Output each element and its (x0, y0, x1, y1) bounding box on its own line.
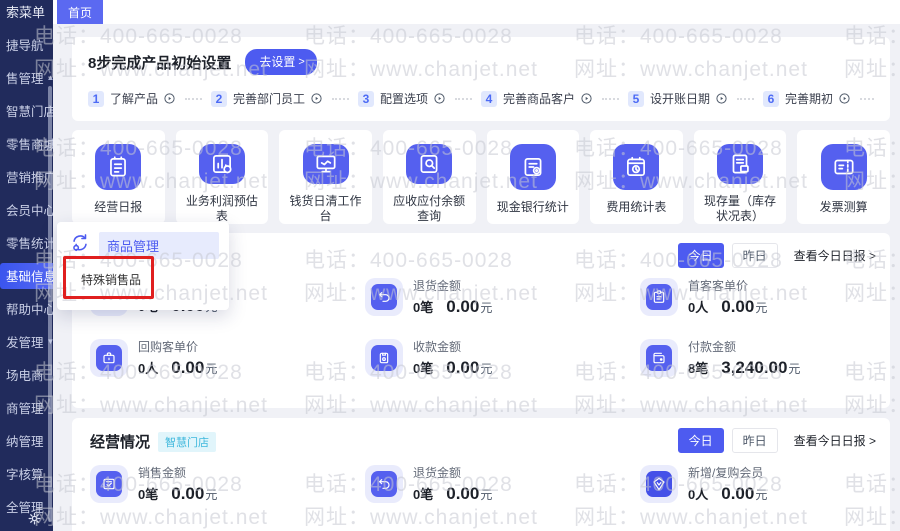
sidebar-item-retail-mgmt[interactable]: 售管理 ▲ (0, 61, 53, 94)
view-daily-report-link[interactable]: 查看今日日报 > (794, 432, 876, 449)
today-button[interactable]: 今日 (677, 243, 724, 268)
play-circle-icon[interactable] (310, 92, 323, 105)
balance-query-icon (406, 144, 453, 184)
sidebar-item-mall-ecommerce[interactable]: 场电商 (0, 358, 53, 391)
sidebar-item-wholesale-mgmt[interactable]: 发管理▼ (0, 325, 53, 358)
profit-forecast-icon (198, 144, 245, 184)
step-connector (332, 97, 349, 100)
shortcut-inventory[interactable]: 现存量（库存状况表） (693, 130, 787, 224)
smart-store-tag: 智慧门店 (158, 431, 217, 452)
step-4: 4 完善商品客户 (481, 90, 593, 107)
yesterday-button[interactable]: 昨日 (731, 428, 778, 453)
chevron-up-icon: ▲ (46, 73, 53, 82)
metric-sales-amount: 销售金额 0笔 0.00 元 (90, 464, 365, 504)
sidebar-item-retail-mall[interactable]: 零售商城 (0, 127, 53, 160)
chevron-right-icon: > (298, 55, 305, 68)
metric-payment-amount: 付款金额 8笔 3,240.00 元 (640, 338, 874, 378)
sidebar-nav: 捷导航 售管理 ▲ 智慧门店 零售商城 营销推广 会员中心 零售统计 基础信息 帮… (0, 28, 53, 523)
step-connector (455, 97, 472, 100)
metric-new-repurchase-members: 新增/复购会员 0人 0.00 元 (640, 464, 874, 504)
expense-stats-icon (613, 144, 660, 190)
popup-item-special-sales[interactable]: 特殊销售品 (81, 271, 229, 288)
play-circle-icon[interactable] (163, 92, 176, 105)
metric-first-customer-price: 首客客单价 0人 0.00 元 (640, 277, 874, 317)
app-window: 索菜单 捷导航 售管理 ▲ 智慧门店 零售商城 营销推广 会员中心 零售统计 基础… (0, 0, 900, 531)
sidebar-scrollbar[interactable] (48, 86, 52, 522)
shortcut-cash-bank-stats[interactable]: 现金银行统计 (486, 130, 580, 224)
sales-calendar-icon (90, 465, 128, 503)
popup-group-product-mgmt[interactable]: 商品管理 (69, 232, 219, 259)
play-circle-icon[interactable] (433, 92, 446, 105)
tab-home[interactable]: 首页 (57, 0, 103, 24)
pos-terminal-icon (365, 339, 403, 377)
step-3: 3 配置选项 (358, 90, 446, 107)
shortcut-row: 经营日报 业务利润预估表 钱货日清工作台 应收应付余额查询 现金银行统计 费用统… (72, 130, 890, 224)
metric-refund-amount: 退货金额 0笔 0.00 元 (365, 464, 640, 504)
step-6: 6 完善期初 (763, 90, 851, 107)
sidebar-item-member-center[interactable]: 会员中心 (0, 193, 53, 226)
setup-card: 8步完成产品初始设置 去设置 > 1 了解产品 2 完善部门员工 3 配置选项 4 完善商… (72, 37, 890, 121)
sidebar-item-marketing[interactable]: 营销推广 (0, 160, 53, 193)
sidebar-item-basic-info[interactable]: 基础信息 (0, 259, 53, 292)
play-circle-icon[interactable] (838, 92, 851, 105)
shortcut-daily-workbench[interactable]: 钱货日清工作台 (279, 130, 372, 224)
play-circle-icon[interactable] (580, 92, 593, 105)
daily-report-icon (95, 144, 142, 190)
product-mgmt-icon (69, 232, 91, 259)
member-badge-icon (640, 465, 678, 503)
step-connector (602, 97, 619, 100)
inventory-doc-icon (717, 144, 764, 184)
go-setup-button[interactable]: 去设置 > (245, 49, 317, 75)
shortcut-balance-query[interactable]: 应收应付余额查询 (382, 130, 476, 224)
today-button[interactable]: 今日 (677, 428, 724, 453)
sidebar-item-cashier-mgmt[interactable]: 纳管理 (0, 424, 53, 457)
step-connector (860, 97, 875, 100)
metric-repurchase-price: 回购客单价 0人 0.00 元 (90, 338, 365, 378)
wallet-icon (640, 339, 678, 377)
shortcut-invoice-calc[interactable]: 发票测算 (797, 130, 890, 224)
sidebar-item-merchant-mgmt[interactable]: 商管理 (0, 391, 53, 424)
metric-receipt-amount: 收款金额 0笔 0.00 元 (365, 338, 640, 378)
step-connector (185, 97, 202, 100)
sidebar-item-digital-accounting[interactable]: 字核算 (0, 457, 53, 490)
step-2: 2 完善部门员工 (211, 90, 323, 107)
briefcase-icon (90, 339, 128, 377)
setup-steps: 1 了解产品 2 完善部门员工 3 配置选项 4 完善商品客户 5 设开账日期 6 完善期初 (88, 90, 875, 107)
yesterday-button[interactable]: 昨日 (731, 243, 778, 268)
shortcut-daily-report[interactable]: 经营日报 (72, 130, 165, 224)
sidebar-item-quick-nav[interactable]: 捷导航 (0, 28, 53, 61)
return-arrow-icon (365, 278, 403, 316)
clipboard-icon (640, 278, 678, 316)
step-1: 1 了解产品 (88, 90, 176, 107)
cash-bank-icon (509, 144, 556, 190)
metric-refund-amount: 退货金额 0笔 0.00 元 (365, 277, 640, 317)
setup-title: 8步完成产品初始设置 (88, 54, 232, 72)
step-connector (737, 97, 754, 100)
sidebar-header-search-menu[interactable]: 索菜单 (0, 3, 59, 23)
business-status-panel: 经营情况 智慧门店 今日 昨日 查看今日日报 > 销售金额 0笔 0.00 元 退货… (72, 418, 890, 531)
play-circle-icon[interactable] (715, 92, 728, 105)
sidebar: 索菜单 捷导航 售管理 ▲ 智慧门店 零售商城 营销推广 会员中心 零售统计 基础… (0, 0, 53, 531)
panel-title: 经营情况 (90, 434, 151, 451)
sidebar-item-smart-store[interactable]: 智慧门店 (0, 94, 53, 127)
shortcut-profit-forecast[interactable]: 业务利润预估表 (175, 130, 269, 224)
tab-strip: 首页 (53, 0, 900, 24)
sidebar-item-retail-stats[interactable]: 零售统计 (0, 226, 53, 259)
settings-gear-icon[interactable] (27, 511, 42, 526)
sidebar-item-help-center[interactable]: 帮助中心 (0, 292, 53, 325)
invoice-ticket-icon (820, 144, 867, 190)
shortcut-expense-stats[interactable]: 费用统计表 (590, 130, 683, 224)
workbench-monitor-icon (302, 144, 349, 184)
step-5: 5 设开账日期 (628, 90, 728, 107)
return-arrow-icon (365, 465, 403, 503)
product-mgmt-popup: 商品管理 特殊销售品 (57, 222, 229, 310)
view-daily-report-link[interactable]: 查看今日日报 > (794, 247, 876, 264)
